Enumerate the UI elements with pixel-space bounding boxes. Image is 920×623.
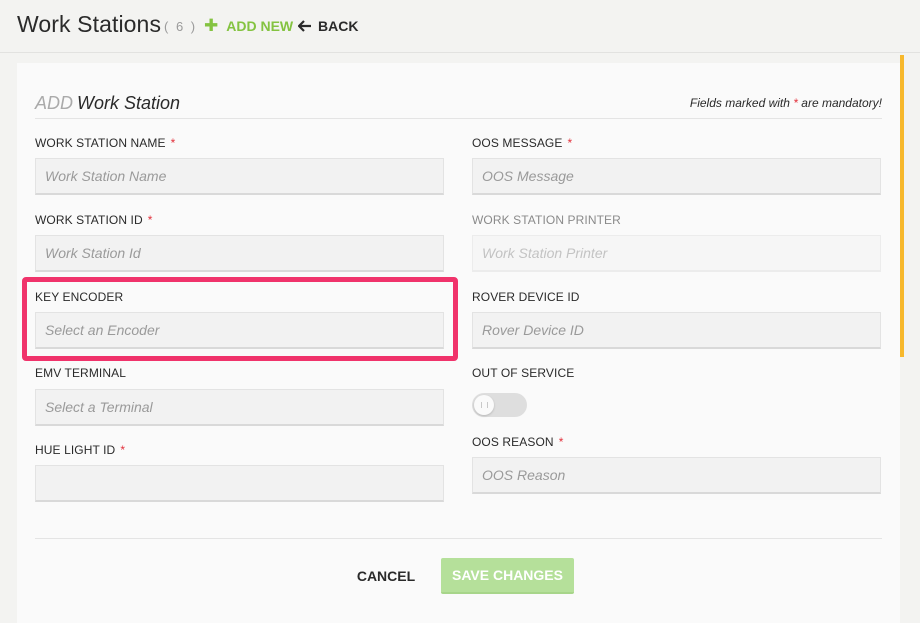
- out-of-service-label: OUT OF SERVICE: [472, 366, 574, 380]
- work-station-name-label: WORK STATION NAME *: [35, 136, 175, 150]
- rover-device-id-label: ROVER DEVICE ID: [472, 290, 580, 304]
- work-station-name-label-text: WORK STATION NAME: [35, 136, 166, 150]
- form-heading-main: Work Station: [77, 93, 181, 113]
- key-encoder-placeholder: Select an Encoder: [45, 322, 160, 338]
- save-changes-button[interactable]: SAVE CHANGES: [441, 558, 574, 594]
- page-title: Work Stations: [17, 11, 162, 37]
- mandatory-note: Fields marked with * are mandatory!: [690, 96, 882, 110]
- oos-message-input[interactable]: [472, 158, 881, 195]
- work-station-printer-label: WORK STATION PRINTER: [472, 213, 621, 227]
- rover-device-id-input[interactable]: [472, 312, 881, 349]
- work-station-id-label-text: WORK STATION ID: [35, 213, 143, 227]
- required-star: *: [120, 443, 126, 457]
- key-encoder-label: KEY ENCODER: [35, 290, 123, 304]
- out-of-service-label-text: OUT OF SERVICE: [472, 366, 575, 380]
- plus-icon: ✚: [204, 16, 219, 35]
- work-station-id-label: WORK STATION ID *: [35, 213, 153, 227]
- heading-divider: [35, 118, 882, 119]
- form-heading-prefix: ADD: [35, 93, 74, 113]
- mandatory-note-prefix: Fields marked with: [689, 96, 790, 110]
- oos-message-label-text: OOS MESSAGE: [472, 136, 563, 150]
- back-label: BACK: [318, 18, 359, 34]
- add-new-button[interactable]: ✚ ADD NEW: [204, 16, 294, 35]
- work-station-name-input[interactable]: [35, 158, 444, 195]
- top-bar: Work Stations ( 6 ) ✚ ADD NEW BACK: [0, 0, 920, 53]
- scroll-indicator[interactable]: [900, 55, 904, 357]
- back-button[interactable]: BACK: [298, 18, 358, 34]
- add-new-label: ADD NEW: [226, 18, 294, 34]
- form-heading: ADD Work Station: [35, 93, 180, 114]
- emv-terminal-select[interactable]: Select a Terminal: [35, 389, 444, 426]
- required-star: *: [558, 435, 564, 449]
- out-of-service-toggle[interactable]: [472, 393, 527, 417]
- oos-message-label: OOS MESSAGE *: [472, 136, 572, 150]
- emv-terminal-placeholder: Select a Terminal: [45, 399, 153, 415]
- hue-light-id-input[interactable]: [35, 465, 444, 502]
- work-station-printer-label-text: WORK STATION PRINTER: [472, 213, 621, 227]
- required-star: *: [567, 136, 573, 150]
- oos-reason-label: OOS REASON *: [472, 435, 563, 449]
- emv-terminal-label: EMV TERMINAL: [35, 366, 126, 380]
- required-star: *: [170, 136, 176, 150]
- rover-device-id-label-text: ROVER DEVICE ID: [472, 290, 580, 304]
- mandatory-star: *: [793, 96, 798, 110]
- footer-divider: [35, 538, 882, 539]
- grip-icon: [480, 402, 488, 408]
- hue-light-id-label: HUE LIGHT ID *: [35, 443, 125, 457]
- toggle-knob: [474, 395, 494, 415]
- hue-light-id-label-text: HUE LIGHT ID: [35, 443, 116, 457]
- key-encoder-label-text: KEY ENCODER: [35, 290, 124, 304]
- work-station-id-input[interactable]: [35, 235, 444, 272]
- required-star: *: [147, 213, 153, 227]
- arrow-left-icon: [298, 20, 311, 32]
- work-station-count: ( 6 ): [164, 19, 198, 34]
- emv-terminal-label-text: EMV TERMINAL: [35, 366, 126, 380]
- work-station-printer-input: [472, 235, 881, 272]
- key-encoder-select[interactable]: Select an Encoder: [35, 312, 444, 349]
- oos-reason-input[interactable]: [472, 457, 881, 494]
- oos-reason-label-text: OOS REASON: [472, 435, 554, 449]
- cancel-button[interactable]: CANCEL: [340, 558, 432, 594]
- mandatory-note-suffix: are mandatory!: [801, 96, 882, 110]
